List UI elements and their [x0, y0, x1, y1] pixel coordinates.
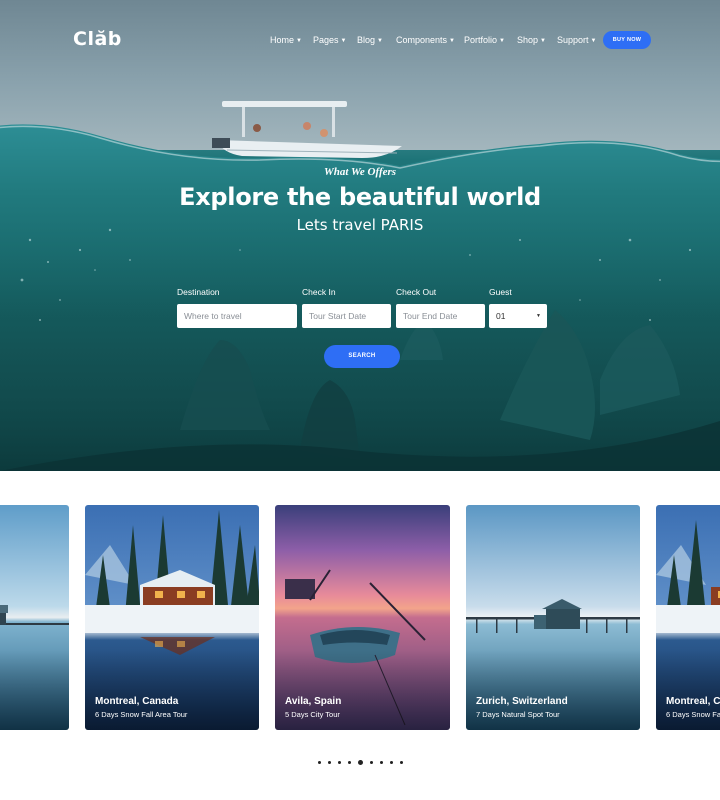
tour-card[interactable]: Zurich, Switzerland 7 Days Natural Spot … — [466, 505, 640, 730]
nav-item-blog[interactable]: Blog ▼ — [357, 35, 383, 45]
check-out-label: Check Out — [396, 287, 437, 297]
destination-placeholder: Where to travel — [184, 311, 242, 321]
check-out-placeholder: Tour End Date — [403, 311, 458, 321]
caret-down-icon: ▼ — [449, 38, 455, 44]
guest-select[interactable]: 01 ▼ — [489, 304, 547, 328]
pagination-dot[interactable] — [328, 761, 331, 764]
card-shade — [0, 650, 69, 730]
tour-card-subtitle: 7 Days Natural Spot Tour — [476, 710, 560, 719]
nav-label: Portfolio — [464, 35, 498, 45]
hero-subtitle: Lets travel PARIS — [296, 216, 424, 234]
brand-logo[interactable]: Clăb — [73, 28, 122, 50]
pagination-dot[interactable] — [400, 761, 403, 764]
bubbles-overlay — [20, 228, 692, 321]
caret-down-icon: ▼ — [499, 38, 505, 44]
tour-card-title: Montreal, Ca — [666, 696, 720, 707]
guest-label: Guest — [489, 287, 512, 297]
hero-title: Explore the beautiful world — [179, 183, 541, 211]
tour-card-subtitle: 6 Days Snow Fall Area Tour — [95, 710, 188, 719]
carousel-pagination — [318, 760, 408, 766]
check-in-label: Check In — [302, 287, 336, 297]
nav-item-components[interactable]: Components ▼ — [396, 35, 455, 45]
tour-card[interactable]: Montreal, Canada 6 Days Snow Fall Area T… — [85, 505, 259, 730]
nav-label: Home — [270, 35, 295, 45]
nav-item-support[interactable]: Support ▼ — [557, 35, 596, 45]
tour-card[interactable] — [0, 505, 69, 730]
nav-label: Blog — [357, 35, 376, 45]
destination-input[interactable]: Where to travel — [177, 304, 297, 328]
caret-down-icon: ▼ — [590, 38, 597, 44]
tour-card-title: Avila, Spain — [285, 696, 342, 707]
pagination-dot[interactable] — [390, 761, 393, 764]
caret-down-icon: ▼ — [377, 38, 383, 44]
guest-value: 01 — [496, 311, 506, 321]
hero-banner: Clăb Home ▼ Pages ▼ Blog ▼ Components ▼ Port… — [0, 0, 720, 471]
tour-card[interactable]: Avila, Spain 5 Days City Tour — [275, 505, 450, 730]
check-in-placeholder: Tour Start Date — [309, 311, 367, 321]
tour-card-title: Zurich, Switzerland — [476, 696, 568, 707]
caret-down-icon: ▼ — [296, 38, 302, 44]
nav-label: Components — [396, 35, 448, 45]
nav-label: Support — [557, 35, 589, 45]
pagination-dot[interactable] — [318, 761, 321, 764]
pagination-dot-active[interactable] — [358, 760, 363, 765]
check-in-input[interactable]: Tour Start Date — [302, 304, 391, 328]
tour-card[interactable]: Montreal, Ca 6 Days Snow Fa — [656, 505, 720, 730]
tour-card-subtitle: 5 Days City Tour — [285, 710, 340, 719]
nav-item-home[interactable]: Home ▼ — [270, 35, 302, 45]
caret-down-icon: ▼ — [340, 38, 347, 44]
pagination-dot[interactable] — [338, 761, 341, 764]
nav-item-portfolio[interactable]: Portfolio ▼ — [464, 35, 505, 45]
hero-kicker: What We Offers — [323, 166, 397, 178]
nav-item-shop[interactable]: Shop ▼ — [517, 35, 546, 45]
check-out-input[interactable]: Tour End Date — [396, 304, 485, 328]
pagination-dot[interactable] — [370, 761, 373, 764]
caret-down-icon: ▼ — [540, 38, 546, 44]
pagination-dot[interactable] — [348, 761, 351, 764]
tour-card-title: Montreal, Canada — [95, 696, 179, 707]
buy-now-button[interactable]: BUY NOW — [603, 31, 651, 49]
nav-label: Shop — [517, 35, 539, 45]
tour-card-subtitle: 6 Days Snow Fa — [666, 710, 720, 719]
pagination-dot[interactable] — [380, 761, 383, 764]
destination-label: Destination — [177, 287, 220, 297]
nav-label: Pages — [313, 35, 339, 45]
caret-down-icon: ▼ — [536, 313, 541, 319]
nav-item-pages[interactable]: Pages ▼ — [313, 35, 346, 45]
search-button[interactable]: SEARCH — [324, 345, 400, 368]
